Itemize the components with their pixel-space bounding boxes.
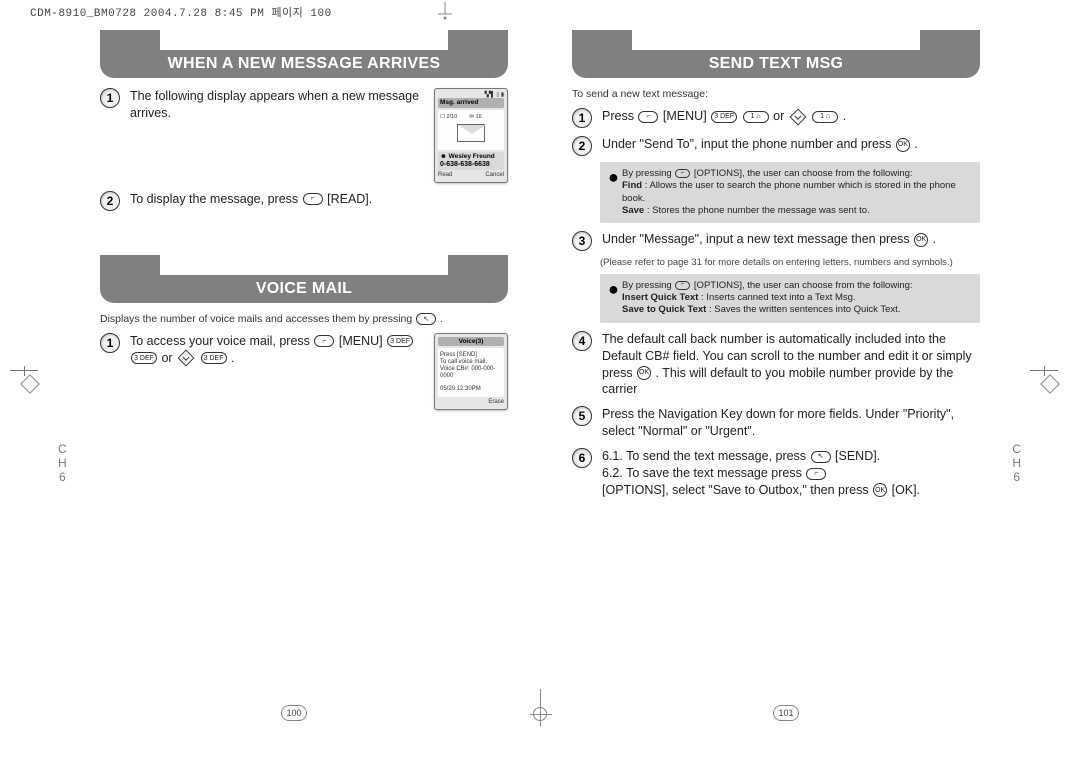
page-left: C H 6 WHEN A NEW MESSAGE ARRIVES 1 The f… — [62, 24, 526, 703]
step-text: Under "Send To", input the phone number … — [602, 137, 895, 151]
nav-down-icon — [177, 352, 195, 364]
key-label: [OK]. — [892, 482, 920, 499]
section-title: SEND TEXT MSG — [632, 50, 920, 78]
step-2-send: 2 Under "Send To", input the phone numbe… — [572, 136, 980, 156]
key-3-icon: 3 DEF — [387, 335, 413, 347]
step-number-icon: 1 — [100, 333, 120, 353]
crop-mark-left — [10, 370, 50, 391]
softkey-icon: ⌐ — [303, 193, 323, 205]
step-text: Under "Message", input a new text messag… — [602, 232, 913, 246]
note-box-options-2: ● By pressing ⌐ [OPTIONS], the user can … — [600, 274, 980, 323]
phone-screen-mock-voicemail: Voice(3) Press [SEND] To call voice mail… — [434, 333, 508, 410]
step-1-send: 1 Press ⌐ [MENU] 3 DEF 1 ⌂ or 1 ⌂ . — [572, 108, 980, 128]
ok-key-icon: OK — [637, 366, 651, 380]
step-number-icon: 4 — [572, 331, 592, 351]
phone-screen-mock-msg-arrived: ▝▞▌ ▯ ▮ Msg. arrived ☐ 2/10 ✉ 16 ☻ Wesle… — [434, 88, 508, 183]
section-title: VOICE MAIL — [160, 275, 448, 303]
step-number-icon: 2 — [572, 136, 592, 156]
ok-key-icon: OK — [873, 483, 887, 497]
step-text: To access your voice mail, press — [130, 334, 313, 348]
key-label: [SEND]. — [835, 448, 880, 465]
section-header-send-text: SEND TEXT MSG — [572, 30, 980, 78]
nav-down-icon — [789, 111, 807, 123]
section-header-new-message: WHEN A NEW MESSAGE ARRIVES — [100, 30, 508, 78]
page-number: 101 — [773, 705, 799, 721]
step-1-voice-mail: 1 To access your voice mail, press ⌐ [ME… — [100, 333, 508, 410]
step-1-new-message: 1 The following display appears when a n… — [100, 88, 508, 183]
key-label: [MENU] — [663, 108, 707, 125]
send-key-icon: ↖ — [811, 451, 831, 463]
step-text: 6.1. To send the text message, press — [602, 449, 810, 463]
step-number-icon: 1 — [572, 108, 592, 128]
ok-key-icon: OK — [896, 138, 910, 152]
step-number-icon: 3 — [572, 231, 592, 251]
crop-mark-bottom — [533, 689, 547, 721]
key-label: [OPTIONS], select "Save to Outbox," then… — [602, 482, 869, 499]
note-box-options-1: ● By pressing ⌐ [OPTIONS], the user can … — [600, 162, 980, 223]
step-4-send: 4 The default call back number is automa… — [572, 331, 980, 399]
envelope-icon — [457, 124, 485, 142]
key-3-icon: 3 DEF — [201, 352, 227, 364]
bullet-icon: ● — [608, 168, 622, 217]
softkey-icon: ⌐ — [314, 335, 334, 347]
step-text: To display the message, press — [130, 192, 302, 206]
page-spread: C H 6 WHEN A NEW MESSAGE ARRIVES 1 The f… — [62, 24, 1018, 703]
step-number-icon: 5 — [572, 406, 592, 426]
page-right: C H 6 SEND TEXT MSG To send a new text m… — [554, 24, 1018, 703]
section-title: WHEN A NEW MESSAGE ARRIVES — [160, 50, 448, 78]
key-label: [MENU] — [339, 333, 383, 350]
section-header-voice-mail: VOICE MAIL — [100, 255, 508, 303]
step-3-subnote: (Please refer to page 31 for more detail… — [600, 257, 980, 269]
crop-mark-top — [430, 2, 460, 22]
section-intro: To send a new text message: — [572, 88, 980, 100]
key-1-icon: 1 ⌂ — [743, 111, 769, 123]
step-6-send: 6 6.1. To send the text message, press ↖… — [572, 448, 980, 499]
step-2-new-message: 2 To display the message, press ⌐ [READ]… — [100, 191, 508, 211]
key-1-icon: 1 ⌂ — [812, 111, 838, 123]
step-number-icon: 6 — [572, 448, 592, 468]
step-5-send: 5 Press the Navigation Key down for more… — [572, 406, 980, 440]
step-number-icon: 1 — [100, 88, 120, 108]
key-label: [READ]. — [327, 191, 372, 208]
section-intro: Displays the number of voice mails and a… — [100, 313, 508, 325]
print-header: CDM-8910_BM0728 2004.7.28 8:45 PM 페이지 10… — [30, 4, 332, 20]
softkey-icon: ⌐ — [806, 468, 826, 480]
chapter-tab-left: C H 6 — [58, 442, 68, 484]
ok-key-icon: OK — [914, 233, 928, 247]
softkey-icon: ⌐ — [638, 111, 658, 123]
softkey-icon: ⌐ — [675, 281, 690, 290]
step-3-send: 3 Under "Message", input a new text mess… — [572, 231, 980, 251]
page-number: 100 — [281, 705, 307, 721]
bullet-icon: ● — [608, 280, 622, 317]
step-number-icon: 2 — [100, 191, 120, 211]
key-3-icon: 3 DEF — [711, 111, 737, 123]
step-text: 6.2. To save the text message press — [602, 466, 805, 480]
step-text: The following display appears when a new… — [130, 88, 424, 122]
step-text: Press — [602, 109, 637, 123]
step-text: Press the Navigation Key down for more f… — [602, 406, 980, 440]
crop-mark-right — [1030, 370, 1070, 391]
send-key-icon: ↖ — [416, 313, 436, 325]
chapter-tab-right: C H 6 — [1012, 442, 1022, 484]
key-3-icon: 3 DEF — [131, 352, 157, 364]
softkey-icon: ⌐ — [675, 169, 690, 178]
